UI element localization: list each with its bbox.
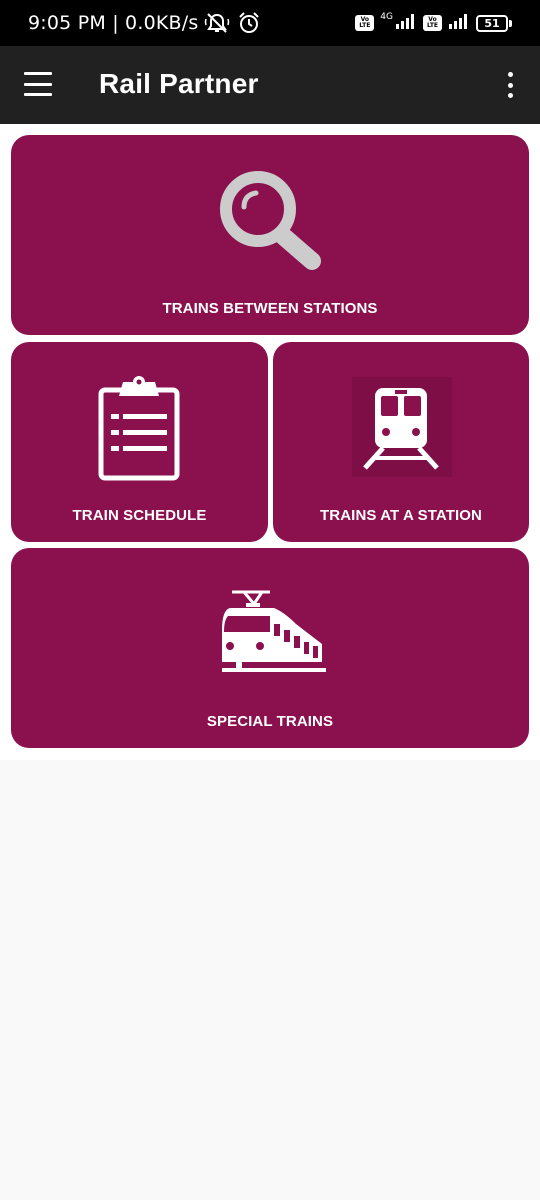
menu-icon[interactable] xyxy=(24,72,52,96)
status-time: 9:05 PM | 0.0KB/s xyxy=(28,12,199,34)
trains-between-stations-card[interactable]: TRAINS BETWEEN STATIONS xyxy=(11,135,529,335)
network-type-label: 4G xyxy=(380,12,393,22)
app-title: Rail Partner xyxy=(99,68,259,99)
signal-icon xyxy=(395,13,417,34)
status-bar: 9:05 PM | 0.0KB/s Vo LTE 4G Vo LTE 51 xyxy=(0,0,540,46)
trains-at-a-station-card[interactable]: TRAINS AT A STATION xyxy=(273,342,529,542)
special-trains-card[interactable]: SPECIAL TRAINS xyxy=(11,548,529,748)
battery-level: 51 xyxy=(476,14,508,32)
volte-badge: Vo LTE xyxy=(355,15,375,31)
search-icon xyxy=(216,169,326,278)
metro-train-icon xyxy=(361,386,441,475)
train-schedule-card[interactable]: TRAIN SCHEDULE xyxy=(11,342,268,542)
overflow-menu-icon[interactable] xyxy=(502,72,518,98)
clipboard-icon xyxy=(97,374,181,487)
mute-notification-icon xyxy=(204,11,230,35)
special-trains-label: SPECIAL TRAINS xyxy=(206,713,334,730)
alarm-icon xyxy=(236,11,262,35)
trains-at-a-station-label: TRAINS AT A STATION xyxy=(320,507,482,524)
status-left: 9:05 PM | 0.0KB/s xyxy=(28,11,262,35)
battery-icon: 51 xyxy=(476,14,512,32)
electric-train-icon xyxy=(216,586,326,687)
signal-icon-2 xyxy=(448,13,470,34)
trains-between-stations-label: TRAINS BETWEEN STATIONS xyxy=(162,300,378,317)
status-right: Vo LTE 4G Vo LTE 51 xyxy=(355,12,512,34)
main-content: TRAINS BETWEEN STATIONS TRAIN SCHEDULE T… xyxy=(0,124,540,760)
app-bar: Rail Partner xyxy=(0,46,540,124)
train-schedule-label: TRAIN SCHEDULE xyxy=(72,507,207,524)
volte-badge-2: Vo LTE xyxy=(423,15,442,31)
